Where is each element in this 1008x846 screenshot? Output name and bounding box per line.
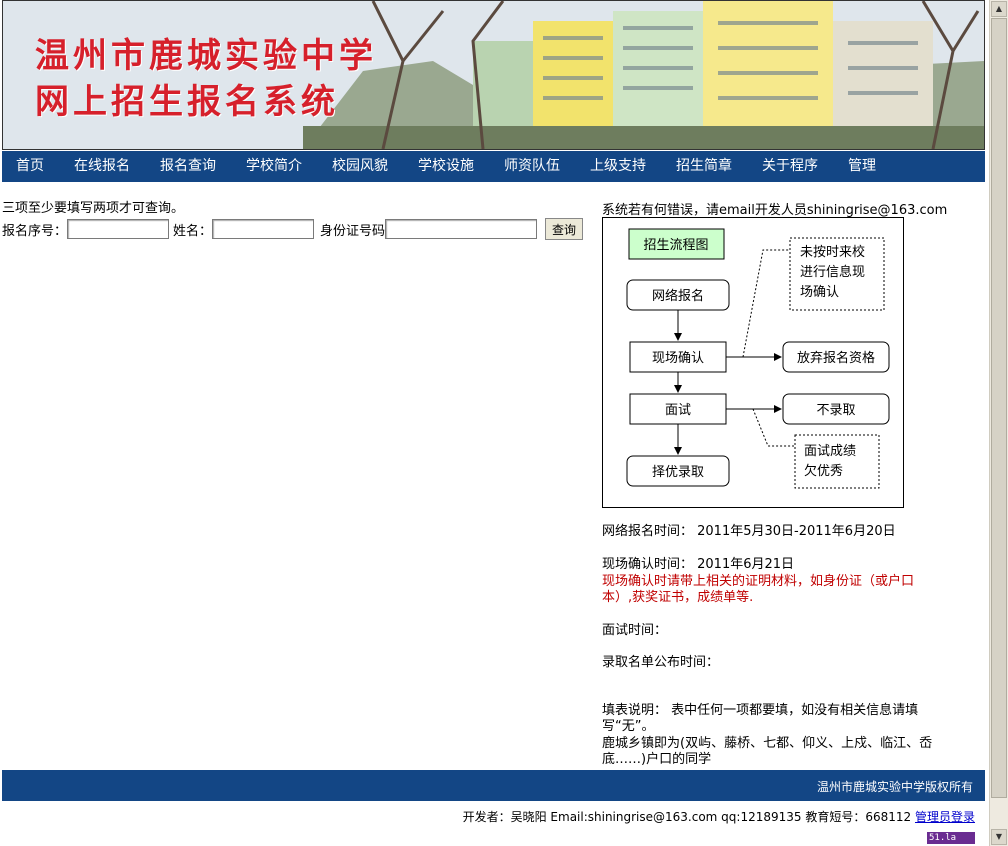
nav-school-intro[interactable]: 学校简介 <box>231 151 317 182</box>
interview-time: 面试时间： <box>602 623 668 638</box>
onsite-confirm-time: 现场确认时间： 2011年6月21日 <box>602 557 795 572</box>
admin-login-link[interactable]: 管理员登录 <box>915 810 975 824</box>
scroll-thumb[interactable] <box>991 18 1007 798</box>
scroll-down-arrow-icon[interactable]: ▼ <box>991 829 1007 845</box>
nav-faculty[interactable]: 师资队伍 <box>489 151 575 182</box>
header-banner: 温州市鹿城实验中学 网上招生报名系统 <box>2 0 985 150</box>
nav-superior-support[interactable]: 上级支持 <box>575 151 661 182</box>
nav-registration-query[interactable]: 报名查询 <box>145 151 231 182</box>
onsite-confirm-note: 现场确认时请带上相关的证明材料，如身份证（或户口本）,获奖证书，成绩单等. <box>602 574 915 605</box>
step-online-label: 网络报名 <box>652 288 704 304</box>
footer-bar: 温州市鹿城实验中学版权所有 <box>2 770 985 801</box>
online-registration-time: 网络报名时间： 2011年5月30日-2011年6月20日 <box>602 524 896 539</box>
serial-number-input[interactable] <box>67 219 170 239</box>
admission-flowchart: 招生流程图 网络报名 现场确认 面试 择优录取 放弃报名资格 不录取 未按时来校… <box>602 217 904 508</box>
flow-title: 招生流程图 <box>643 238 708 253</box>
note-no-show-line1: 未按时来校 <box>800 244 865 260</box>
copyright-text: 温州市鹿城实验中学版权所有 <box>816 780 973 794</box>
site-title: 温州市鹿城实验中学 网上招生报名系统 <box>35 33 377 125</box>
nav-online-registration[interactable]: 在线报名 <box>59 151 145 182</box>
note-no-show-line2: 进行信息现 <box>800 264 865 280</box>
note-poor-interview-line1: 面试成绩 <box>804 444 856 459</box>
developer-info: 开发者：吴晓阳 Email:shiningrise@163.com qq:121… <box>463 808 975 825</box>
site-title-line2: 网上招生报名系统 <box>35 82 339 122</box>
note-no-show-line3: 场确认 <box>800 285 839 300</box>
note-poor-interview-box <box>794 434 880 489</box>
branch-giveup-label: 放弃报名资格 <box>797 350 875 366</box>
step-interview-label: 面试 <box>665 403 691 418</box>
site-title-line1: 温州市鹿城实验中学 <box>35 36 377 76</box>
contact-notice: 系统若有何错误，请email开发人员shiningrise@163.com <box>602 203 948 218</box>
branch-reject-label: 不录取 <box>816 403 855 418</box>
nav-admission-rules[interactable]: 招生简章 <box>661 151 747 182</box>
developer-text: 开发者：吴晓阳 Email:shiningrise@163.com qq:121… <box>462 810 915 824</box>
step-admit-label: 择优录取 <box>652 465 704 480</box>
fill-instruction: 填表说明： 表中任何一项都要填，如没有相关信息请填写“无”。 <box>602 703 919 734</box>
publish-time: 录取名单公布时间： <box>602 655 720 670</box>
nav-campus-view[interactable]: 校园风貌 <box>317 151 403 182</box>
search-instruction: 三项至少要填写两项才可查询。 <box>2 201 185 216</box>
scroll-up-arrow-icon[interactable]: ▲ <box>991 1 1007 17</box>
id-label: 身份证号码 <box>320 223 386 239</box>
page: 温州市鹿城实验中学 网上招生报名系统 首页 在线报名 报名查询 学校简介 校园风… <box>0 0 989 846</box>
nav-home[interactable]: 首页 <box>2 151 59 182</box>
name-input[interactable] <box>212 219 315 239</box>
note-poor-interview-line2: 欠优秀 <box>804 463 843 479</box>
serial-label: 报名序号： <box>2 223 68 239</box>
search-form: 报名序号： 姓名： 身份证号码 查询 <box>2 218 584 240</box>
nav-admin[interactable]: 管理 <box>833 151 891 182</box>
nav-about-program[interactable]: 关于程序 <box>747 151 833 182</box>
vertical-scrollbar[interactable]: ▲ ▼ <box>989 0 1008 846</box>
query-button[interactable]: 查询 <box>545 218 584 240</box>
main-nav: 首页 在线报名 报名查询 学校简介 校园风貌 学校设施 师资队伍 上级支持 招生… <box>2 151 985 182</box>
step-confirm-label: 现场确认 <box>652 351 704 366</box>
nav-school-facilities[interactable]: 学校设施 <box>403 151 489 182</box>
town-residence-note: 鹿城乡镇即为(双屿、藤桥、七都、仰义、上戍、临江、岙底……)户口的同学 <box>602 736 933 767</box>
id-number-input[interactable] <box>385 219 538 239</box>
stats-badge[interactable]: 51.la <box>927 832 975 844</box>
name-label: 姓名： <box>173 223 213 239</box>
flowchart-diagram: 招生流程图 网络报名 现场确认 面试 择优录取 放弃报名资格 不录取 未按时来校… <box>626 228 890 489</box>
